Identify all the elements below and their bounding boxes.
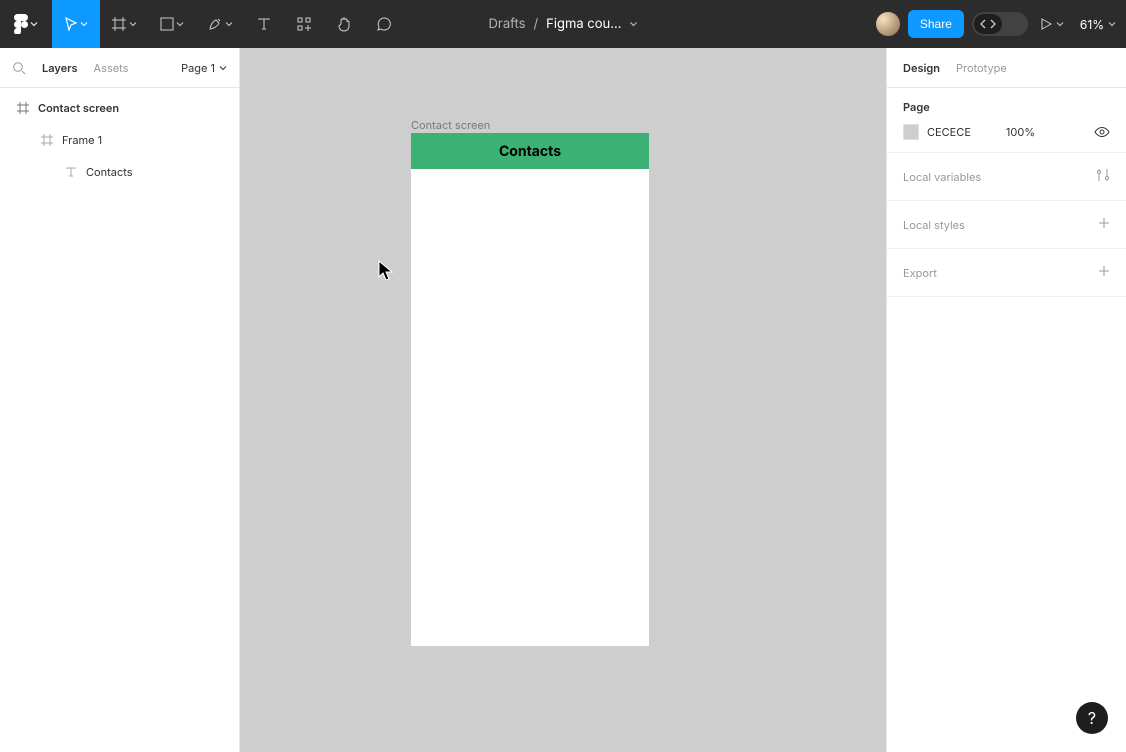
local-styles-label: Local styles [903,218,965,232]
figma-logo-icon [14,14,28,34]
help-label: ? [1088,708,1096,728]
zoom-control[interactable]: 61% [1076,17,1116,32]
layer-label: Contact screen [38,101,119,115]
help-button[interactable]: ? [1076,702,1108,734]
file-location: Drafts [489,16,526,32]
tab-layers[interactable]: Layers [42,61,78,75]
dev-mode-thumb [974,14,1002,34]
share-button[interactable]: Share [908,10,964,38]
cursor-icon [378,260,396,285]
chevron-down-icon [1056,20,1064,28]
zoom-value: 61% [1080,17,1104,32]
artboard-header-frame1[interactable]: Contacts [411,133,649,169]
tab-prototype[interactable]: Prototype [956,61,1007,75]
text-icon [64,165,78,179]
breadcrumb-separator: / [533,16,538,32]
page-background-row[interactable]: CECECE 100% [903,124,1110,140]
sliders-icon [1096,168,1110,185]
page-selector[interactable]: Page 1 [181,61,227,75]
local-styles-row[interactable]: Local styles [887,201,1126,249]
text-tool-button[interactable] [244,0,284,48]
dev-mode-toggle[interactable] [972,12,1028,36]
right-tabs: Design Prototype [887,48,1126,88]
code-icon [980,18,996,30]
pen-tool-icon [207,16,223,32]
plus-icon [1098,217,1110,232]
tab-design[interactable]: Design [903,61,940,75]
left-panel: Layers Assets Page 1 Contact screen [0,48,240,752]
right-panel: Design Prototype Page CECECE 100% Local … [886,48,1126,752]
shape-tool-button[interactable] [148,0,196,48]
frame-tool-icon [111,16,127,32]
play-icon [1040,18,1052,30]
canvas[interactable]: Contact screen Contacts [240,48,886,752]
local-variables-label: Local variables [903,170,981,184]
resources-icon [296,16,312,32]
chevron-down-icon [80,20,88,28]
layer-label: Contacts [86,165,133,179]
file-breadcrumb[interactable]: Drafts / Figma cou... [489,16,638,32]
chevron-down-icon [225,20,233,28]
chevron-down-icon [629,20,637,28]
comment-icon [376,16,392,32]
export-label: Export [903,266,937,280]
frame-icon [16,101,30,115]
hand-tool-button[interactable] [324,0,364,48]
color-hex-value[interactable]: CECECE [927,125,987,139]
resources-tool-button[interactable] [284,0,324,48]
artboard-contact-screen[interactable]: Contacts [411,133,649,646]
layer-frame-1[interactable]: Frame 1 [0,124,239,156]
layer-label: Frame 1 [62,133,102,147]
plus-icon [1098,265,1110,280]
chevron-down-icon [1108,20,1116,28]
left-tabs: Layers Assets Page 1 [0,48,239,88]
main-menu-button[interactable] [0,0,52,48]
toolbar-right-group: Share 61% [876,0,1126,48]
page-section-title: Page [903,100,1110,114]
hand-tool-icon [336,16,352,32]
text-tool-icon [257,17,271,31]
layer-contacts-text[interactable]: Contacts [0,156,239,188]
visibility-toggle[interactable] [1094,124,1110,140]
layers-list: Contact screen Frame 1 Contacts [0,88,239,188]
file-name: Figma cou... [546,16,621,32]
pen-tool-button[interactable] [196,0,244,48]
frame-icon [40,133,54,147]
present-button[interactable] [1036,18,1068,30]
layer-contact-screen[interactable]: Contact screen [0,92,239,124]
artboard-header-text: Contacts [499,143,561,160]
page-selector-label: Page 1 [181,61,215,75]
tab-assets[interactable]: Assets [94,61,129,75]
chevron-down-icon [129,20,137,28]
canvas-frame-label[interactable]: Contact screen [411,118,490,132]
local-variables-row[interactable]: Local variables [887,153,1126,201]
page-section: Page CECECE 100% [887,88,1126,153]
toolbar-left-group [0,0,404,48]
move-tool-button[interactable] [52,0,100,48]
chevron-down-icon [176,20,184,28]
move-tool-icon [64,17,78,31]
search-icon[interactable] [12,61,26,75]
rectangle-tool-icon [160,17,174,31]
export-row[interactable]: Export [887,249,1126,297]
frame-tool-button[interactable] [100,0,148,48]
chevron-down-icon [30,20,38,28]
color-swatch[interactable] [903,124,919,140]
top-toolbar: Drafts / Figma cou... Share 61% [0,0,1126,48]
chevron-down-icon [219,64,227,72]
comment-tool-button[interactable] [364,0,404,48]
color-opacity-value[interactable]: 100% [1006,125,1075,139]
user-avatar[interactable] [876,12,900,36]
